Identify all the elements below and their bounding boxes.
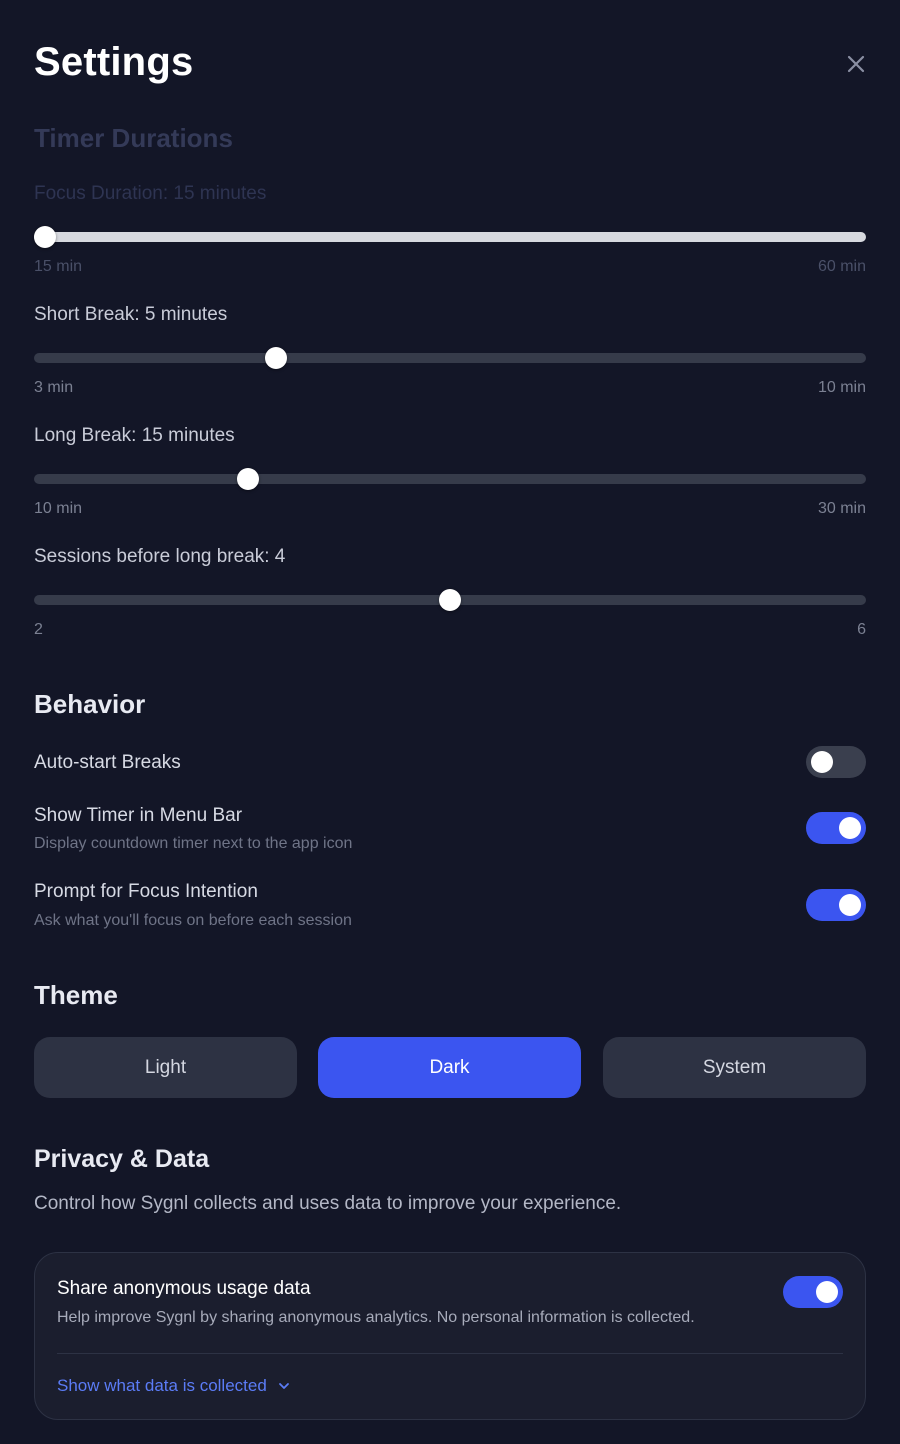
short-break-slider-thumb[interactable] xyxy=(265,347,288,369)
long-break-min-label: 10 min xyxy=(34,500,83,517)
settings-panel: Settings Timer Durations Focus Duration:… xyxy=(0,0,900,1444)
sessions-min-label: 2 xyxy=(34,621,43,638)
short-break-max-label: 10 min xyxy=(817,379,866,396)
auto-start-breaks-toggle[interactable] xyxy=(806,746,866,778)
short-break-slider[interactable] xyxy=(34,347,866,369)
theme-light-button[interactable]: Light xyxy=(34,1037,297,1098)
auto-start-breaks-label: Auto-start Breaks xyxy=(34,752,181,773)
sessions-slider-thumb[interactable] xyxy=(439,589,461,611)
sessions-before-long-break-slider[interactable] xyxy=(34,589,866,611)
usage-data-title: Share anonymous usage data xyxy=(57,1278,311,1299)
toggle-knob xyxy=(816,1281,838,1303)
toggle-knob xyxy=(839,817,861,839)
theme-dark-button[interactable]: Dark xyxy=(318,1037,581,1098)
long-break-max-label: 30 min xyxy=(817,500,866,517)
sessions-before-long-break-label: Sessions before long break: 4 xyxy=(34,546,286,567)
long-break-slider[interactable] xyxy=(34,468,866,490)
section-title-behavior: Behavior xyxy=(34,689,146,719)
prompt-focus-intention-label: Prompt for Focus Intention xyxy=(34,881,258,902)
share-usage-data-toggle[interactable] xyxy=(783,1276,843,1308)
section-title-timer-durations: Timer Durations xyxy=(34,123,233,153)
section-title-privacy: Privacy & Data xyxy=(34,1145,210,1173)
usage-data-card: Share anonymous usage data Help improve … xyxy=(34,1252,866,1420)
toggle-knob xyxy=(811,751,833,773)
close-icon xyxy=(847,55,865,73)
sessions-max-label: 6 xyxy=(857,621,866,638)
long-break-label: Long Break: 15 minutes xyxy=(34,425,235,446)
prompt-focus-intention-toggle[interactable] xyxy=(806,889,866,921)
privacy-description: Control how Sygnl collects and uses data… xyxy=(34,1193,622,1214)
short-break-label: Short Break: 5 minutes xyxy=(34,304,228,325)
theme-system-button[interactable]: System xyxy=(603,1037,866,1098)
show-data-collected-link[interactable]: Show what data is collected xyxy=(57,1376,291,1396)
card-divider xyxy=(57,1353,843,1354)
short-break-min-label: 3 min xyxy=(34,379,74,396)
prompt-focus-intention-description: Ask what you'll focus on before each ses… xyxy=(34,912,352,929)
focus-duration-slider[interactable] xyxy=(34,226,866,248)
toggle-knob xyxy=(839,894,861,916)
section-title-theme: Theme xyxy=(34,980,118,1010)
focus-duration-max-label: 60 min xyxy=(817,258,866,275)
focus-duration-label: Focus Duration: 15 minutes xyxy=(34,183,267,204)
show-timer-menu-bar-description: Display countdown timer next to the app … xyxy=(34,835,353,852)
focus-duration-min-label: 15 min xyxy=(34,258,83,275)
usage-data-description: Help improve Sygnl by sharing anonymous … xyxy=(57,1309,695,1326)
focus-duration-slider-thumb[interactable] xyxy=(34,226,56,248)
show-timer-menu-bar-toggle[interactable] xyxy=(806,812,866,844)
long-break-slider-thumb[interactable] xyxy=(236,468,259,490)
close-button[interactable] xyxy=(840,48,872,80)
chevron-down-icon xyxy=(278,1383,289,1389)
show-data-collected-text: Show what data is collected xyxy=(57,1376,267,1395)
page-title: Settings xyxy=(34,40,194,84)
show-timer-menu-bar-label: Show Timer in Menu Bar xyxy=(34,805,243,826)
